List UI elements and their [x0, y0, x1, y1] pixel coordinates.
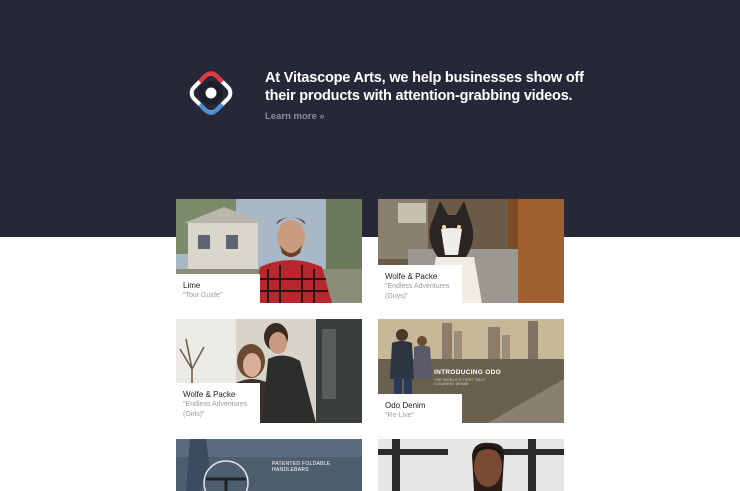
- portfolio-card-handlebars[interactable]: PATENTED FOLDABLE HANDLEBARS: [176, 439, 362, 491]
- video-overlay-title: INTRODUCING ODO: [434, 369, 501, 376]
- video-overlay-subtitle: THE WORLD'S FIRST SELF-CLEANING DENIM: [434, 378, 487, 386]
- portfolio-card-wolfe-packe-guys[interactable]: Wolfe & Packe "Endless Adventures (Guys)…: [378, 199, 564, 303]
- portfolio-card-odo-denim[interactable]: INTRODUCING ODO THE WORLD'S FIRST SELF-C…: [378, 319, 564, 423]
- video-title: "Re-Live": [385, 412, 415, 419]
- client-name: Wolfe & Packe: [385, 272, 438, 281]
- hero-banner: At Vitascope Arts, we help businesses sh…: [0, 0, 740, 237]
- client-name: Odo Denim: [385, 401, 426, 410]
- portfolio-card-lime[interactable]: Lime "Tour Guide": [176, 199, 362, 303]
- client-name: Wolfe & Packe: [183, 390, 236, 399]
- vitascope-logo: [189, 71, 233, 115]
- hero-tagline: At Vitascope Arts, we help businesses sh…: [265, 70, 584, 104]
- portfolio-card-portrait[interactable]: [378, 439, 564, 491]
- learn-more-link[interactable]: Learn more »: [265, 111, 325, 122]
- card-caption: Wolfe & Packe "Endless Adventures (Guys)…: [378, 265, 462, 303]
- card-caption: Odo Denim "Re-Live": [378, 394, 462, 423]
- hero-text: At Vitascope Arts, we help businesses sh…: [265, 69, 585, 124]
- card-caption: Wolfe & Packe "Endless Adventures (Girls…: [176, 383, 260, 423]
- video-title: "Tour Guide": [183, 292, 223, 299]
- video-title: "Endless Adventures (Girls)": [183, 401, 248, 418]
- card-caption: Lime "Tour Guide": [176, 274, 260, 303]
- video-thumbnail: [378, 439, 564, 491]
- video-title: "Endless Adventures (Guys)": [385, 283, 450, 300]
- portfolio-card-wolfe-packe-girls[interactable]: Wolfe & Packe "Endless Adventures (Girls…: [176, 319, 362, 423]
- video-overlay-title: PATENTED FOLDABLE HANDLEBARS: [272, 461, 331, 473]
- client-name: Lime: [183, 281, 201, 290]
